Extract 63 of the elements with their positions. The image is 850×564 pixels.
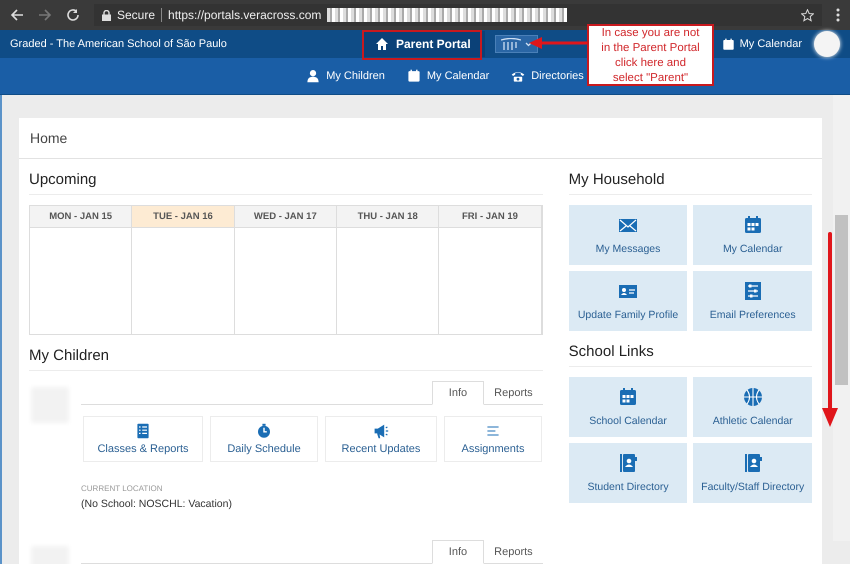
field-label: CURRENT LOCATION <box>81 484 164 493</box>
arrow <box>528 36 590 50</box>
link-tile[interactable]: Faculty/Staff Directory <box>693 443 812 503</box>
star-icon[interactable] <box>801 8 814 22</box>
section-heading: School Links <box>568 343 812 367</box>
scrollbar[interactable] <box>833 95 850 541</box>
annotation-callout: In case you are not in the Parent Portal click here and select "Parent" <box>587 24 714 86</box>
basketball-icon <box>742 387 763 407</box>
link-tile[interactable]: Athletic Calendar <box>693 377 812 437</box>
phone-icon <box>511 69 526 83</box>
reload-icon[interactable] <box>66 8 80 22</box>
address-bar[interactable]: Secure https://portals.veracross.com <box>94 4 822 26</box>
home-icon <box>376 38 388 50</box>
action-button[interactable]: Recent Updates <box>325 416 437 462</box>
nav-link[interactable]: My Children <box>306 69 385 83</box>
stopwatch-icon <box>256 423 272 439</box>
portal-button[interactable]: Parent Portal <box>362 31 485 57</box>
school-name: Graded - The American School of São Paulo <box>10 38 228 50</box>
calendar-icon <box>406 69 421 83</box>
tab[interactable]: Info <box>432 381 484 405</box>
section-heading: My Children <box>29 347 543 371</box>
link-tile[interactable]: Update Family Profile <box>568 271 688 331</box>
section-heading: Upcoming <box>29 171 543 195</box>
person-icon <box>306 69 320 83</box>
menu-icon[interactable] <box>836 8 840 22</box>
sliders-icon <box>742 281 763 301</box>
contact-book-icon <box>618 453 638 473</box>
lock-icon <box>102 10 111 20</box>
day-header: THU - JAN 18 <box>337 206 440 228</box>
link-tile[interactable]: Email Preferences <box>693 271 812 331</box>
calendar-icon <box>742 215 763 235</box>
section-heading: My Household <box>568 171 812 195</box>
column-icon <box>500 38 521 50</box>
forward-icon[interactable] <box>38 8 52 22</box>
tab[interactable]: Info <box>432 540 484 564</box>
checklist-icon <box>135 423 151 439</box>
day-header: TUE - JAN 16 <box>132 206 235 228</box>
nav-link[interactable]: My Calendar <box>406 69 490 83</box>
action-button[interactable]: Daily Schedule <box>210 416 318 462</box>
url-text: https://portals.veracross.com <box>168 8 322 22</box>
link-tile[interactable]: Student Directory <box>568 443 688 503</box>
nav-link[interactable]: Directories <box>511 69 584 83</box>
action-button[interactable]: Classes & Reports <box>83 416 203 462</box>
action-button[interactable]: Assignments <box>444 416 542 462</box>
calendar-icon <box>618 387 638 407</box>
secure-label: Secure <box>117 8 156 22</box>
back-icon[interactable] <box>10 8 24 22</box>
link-tile[interactable]: My Messages <box>568 205 688 265</box>
tab[interactable]: Reports <box>484 381 543 405</box>
day-header: MON - JAN 15 <box>30 206 132 228</box>
day-header: WED - JAN 17 <box>234 206 337 228</box>
megaphone-icon <box>373 423 389 439</box>
link-tile[interactable]: School Calendar <box>568 377 688 437</box>
page-title: Home <box>30 130 68 146</box>
avatar[interactable] <box>814 31 840 57</box>
portal-switcher[interactable] <box>494 35 538 53</box>
calendar-icon <box>722 38 735 50</box>
day-header: FRI - JAN 19 <box>439 206 542 228</box>
calendar-link[interactable]: My Calendar <box>722 38 802 50</box>
tab[interactable]: Reports <box>484 540 543 564</box>
location-text: (No School: NOSCHL: Vacation) <box>81 498 233 510</box>
contact-book-icon <box>742 453 763 473</box>
link-tile[interactable]: My Calendar <box>693 205 812 265</box>
